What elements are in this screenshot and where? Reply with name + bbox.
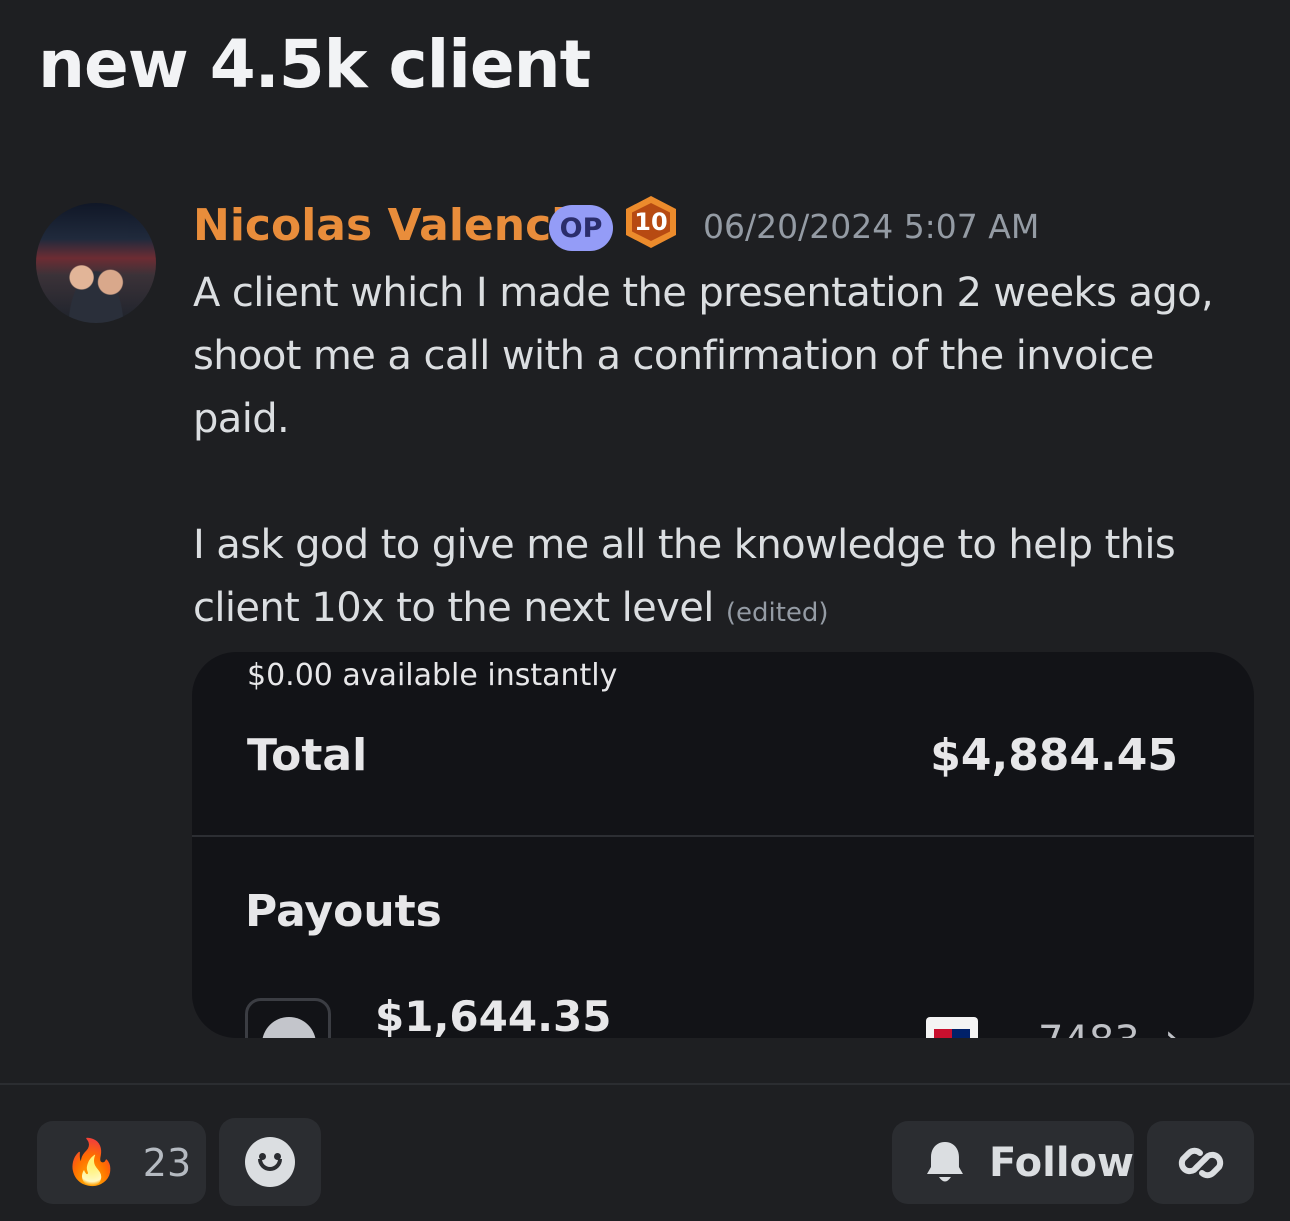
follow-label: Follow (988, 1139, 1134, 1186)
footer-divider (0, 1083, 1290, 1085)
payouts-heading: Payouts (245, 886, 442, 937)
attachment-divider (192, 835, 1254, 837)
link-icon (1178, 1147, 1223, 1178)
payout-amount: $1,644.35 (375, 992, 612, 1038)
add-reaction-button[interactable] (219, 1118, 321, 1206)
available-balance: $0.00 available instantly (247, 658, 618, 693)
edited-label: (edited) (725, 598, 829, 628)
op-badge: OP (549, 205, 613, 251)
follow-button[interactable]: Follow (892, 1121, 1134, 1204)
copy-link-button[interactable] (1147, 1121, 1254, 1204)
message-line: shoot me a call with a confirmation of t… (193, 333, 1154, 379)
account-last4: 7483 (1038, 1018, 1140, 1038)
fire-reaction-button[interactable]: 🔥 23 (37, 1121, 206, 1204)
smile-icon (245, 1137, 295, 1187)
total-label: Total (247, 730, 368, 781)
message-line: I ask god to give me all the knowledge t… (193, 522, 1176, 568)
message-line: A client which I made the presentation 2… (193, 270, 1214, 316)
bank-logo-icon (926, 1017, 978, 1038)
message-line-text: client 10x to the next level (193, 585, 714, 631)
message-line: paid. (193, 396, 290, 442)
level-badge: 10 (626, 196, 676, 248)
message-timestamp: 06/20/2024 5:07 AM (703, 207, 1040, 246)
fire-emoji-icon: 🔥 (64, 1136, 119, 1188)
payout-status-icon (245, 998, 331, 1038)
reaction-count: 23 (142, 1140, 192, 1185)
bell-icon (926, 1141, 963, 1181)
avatar[interactable] (36, 203, 156, 323)
level-badge-value: 10 (632, 203, 670, 241)
total-value: $4,884.45 (930, 730, 1178, 781)
thread-title: new 4.5k client (38, 26, 591, 103)
message-line-last: client 10x to the next level (edited) (193, 577, 1263, 645)
image-attachment[interactable]: $0.00 available instantly Total $4,884.4… (192, 652, 1254, 1038)
message-body: A client which I made the presentation 2… (193, 262, 1263, 645)
chevron-right-icon: › (1164, 1014, 1182, 1038)
author-name[interactable]: Nicolas Valencia (193, 200, 596, 251)
